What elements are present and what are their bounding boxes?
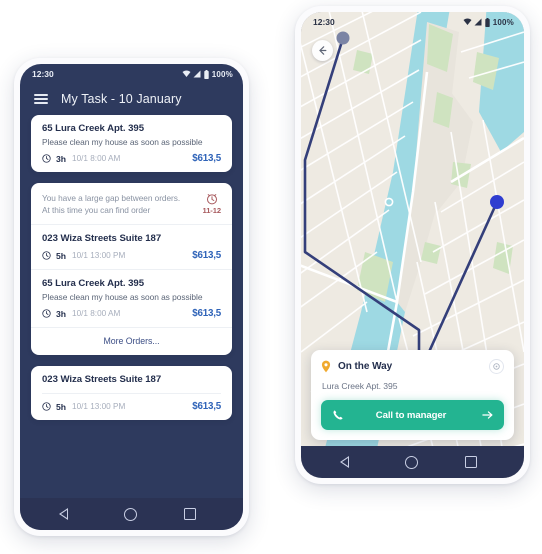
order-meta: 3h 10/1 8:00 AM $613,5 [42, 153, 221, 164]
wifi-icon [463, 18, 472, 25]
signal-icon [193, 70, 201, 78]
origin-pin-gray [336, 31, 350, 45]
hamburger-menu-icon[interactable] [34, 93, 48, 105]
order-price: $613,5 [192, 250, 221, 262]
order-price: $613,5 [192, 153, 221, 164]
alarm-clock-icon [206, 194, 217, 205]
order-item[interactable]: 65 Lura Creek Apt. 395 Please clean my h… [31, 115, 232, 172]
clock-icon [42, 154, 51, 163]
left-status-bar: 12:30 100% [20, 64, 243, 84]
destination-pin-blue [490, 195, 504, 209]
order-duration: 5h [56, 250, 67, 261]
order-price: $613,5 [192, 401, 221, 413]
order-description: Please clean my house as soon as possibl… [42, 137, 203, 147]
android-nav-bar [20, 498, 243, 530]
order-address: 023 Wiza Streets Suite 187 [42, 233, 162, 245]
map-back-button[interactable] [312, 40, 333, 61]
status-time: 12:30 [32, 69, 54, 79]
order-meta: 5h 10/1 13:00 PM $613,5 [42, 393, 221, 412]
gap-notice: You have a large gap between orders. At … [31, 183, 232, 226]
trip-address: Lura Creek Apt. 395 [322, 381, 398, 391]
task-list: 65 Lura Creek Apt. 395 Please clean my h… [20, 115, 243, 421]
location-pin-icon [321, 360, 331, 373]
android-nav-bar [301, 446, 524, 478]
order-meta: 5h 10/1 13:00 PM $613,5 [42, 250, 221, 261]
order-price: $613,5 [192, 308, 221, 320]
arrow-right-icon [482, 411, 493, 419]
nav-back-icon[interactable] [58, 508, 77, 520]
battery-percent: 100% [492, 17, 514, 27]
screenshot-stage: 12:30 100% My Task - 10 January 65 Lura … [0, 0, 542, 554]
trip-status-title: On the Way [338, 361, 393, 372]
nav-home-icon[interactable] [123, 507, 137, 521]
sheet-header: On the Way [321, 359, 504, 374]
status-indicators: 100% [463, 17, 514, 27]
nav-recents-icon[interactable] [183, 508, 196, 520]
gap-time-badge: 11-12 [202, 192, 221, 215]
call-to-manager-button[interactable]: Call to manager [321, 400, 504, 430]
order-datetime: 10/1 13:00 PM [72, 251, 126, 261]
order-card[interactable]: 65 Lura Creek Apt. 395 Please clean my h… [31, 115, 232, 172]
info-icon[interactable] [489, 359, 504, 374]
trip-status-sheet: On the Way Lura Creek Apt. 395 Call to m… [311, 350, 514, 440]
order-description: Please clean my house as soon as possibl… [42, 292, 203, 303]
call-button-label: Call to manager [375, 409, 447, 421]
right-phone-screen: 12:30 100% On the Way Lura Creek Apt. 39… [301, 12, 524, 478]
more-orders-link[interactable]: More Orders... [31, 327, 232, 355]
order-address: 65 Lura Creek Apt. 395 [42, 278, 144, 290]
nav-back-icon[interactable] [339, 456, 358, 468]
order-duration: 3h [56, 308, 67, 319]
wifi-icon [182, 70, 191, 77]
right-phone-frame: 12:30 100% On the Way Lura Creek Apt. 39… [295, 6, 530, 484]
clock-icon [42, 402, 51, 411]
clock-icon [42, 251, 51, 260]
order-item[interactable]: 023 Wiza Streets Suite 187 5h 10/1 13:00… [31, 225, 232, 269]
nav-recents-icon[interactable] [464, 456, 477, 468]
order-item[interactable]: 023 Wiza Streets Suite 187 5h 10/1 13:00… [31, 366, 232, 420]
gap-order-card[interactable]: You have a large gap between orders. At … [31, 183, 232, 356]
left-phone-frame: 12:30 100% My Task - 10 January 65 Lura … [14, 58, 249, 536]
gap-badge-time: 11-12 [202, 206, 221, 215]
app-bar: My Task - 10 January [20, 84, 243, 115]
phone-icon [333, 410, 343, 420]
status-indicators: 100% [182, 69, 233, 79]
clock-icon [42, 309, 51, 318]
order-address: 65 Lura Creek Apt. 395 [42, 123, 144, 134]
gap-notice-line-2: At this time you can find order [42, 205, 151, 216]
battery-icon [204, 69, 209, 79]
back-arrow-icon [319, 46, 327, 55]
order-meta: 3h 10/1 8:00 AM $613,5 [42, 308, 221, 319]
order-item[interactable]: 65 Lura Creek Apt. 395 Please clean my h… [31, 269, 232, 327]
order-duration: 5h [56, 401, 67, 412]
signal-icon [474, 18, 482, 26]
right-status-bar: 12:30 100% [301, 12, 524, 32]
gap-notice-line-1: You have a large gap between orders. [42, 193, 181, 203]
order-address: 023 Wiza Streets Suite 187 [42, 374, 162, 386]
order-datetime: 10/1 8:00 AM [72, 309, 121, 319]
status-time: 12:30 [313, 17, 335, 27]
order-datetime: 10/1 8:00 AM [72, 154, 121, 163]
page-title: My Task - 10 January [61, 92, 182, 106]
nav-home-icon[interactable] [404, 455, 418, 469]
order-duration: 3h [56, 153, 67, 164]
battery-icon [485, 17, 490, 27]
left-phone-screen: 12:30 100% My Task - 10 January 65 Lura … [20, 64, 243, 530]
order-card[interactable]: 023 Wiza Streets Suite 187 5h 10/1 13:00… [31, 366, 232, 421]
order-datetime: 10/1 13:00 PM [72, 402, 126, 412]
battery-percent: 100% [211, 69, 233, 79]
